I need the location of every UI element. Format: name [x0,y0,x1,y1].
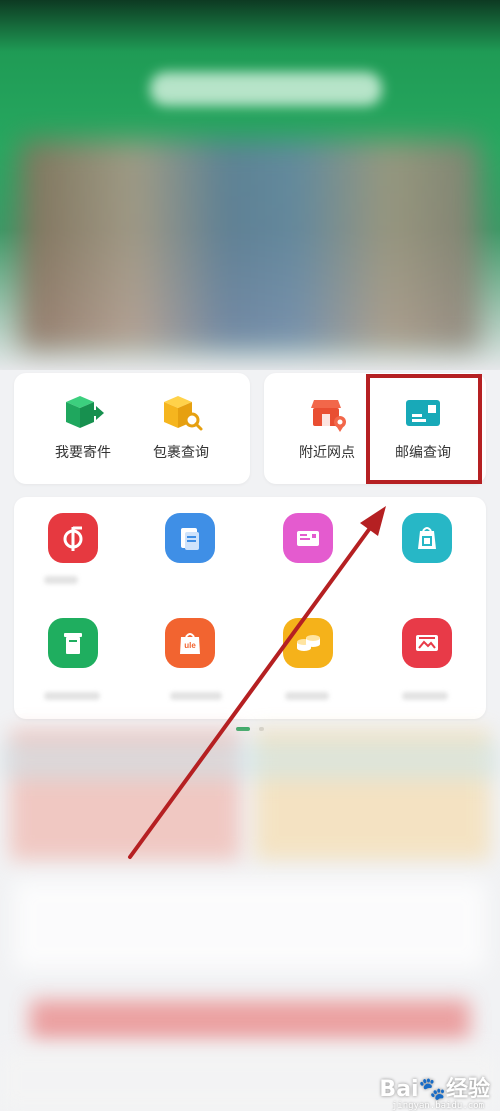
package-search-icon [164,396,203,431]
send-package-button[interactable]: 我要寄件 [33,394,133,462]
app-ule-shop[interactable]: ule [165,618,215,668]
app-label-blurred [285,692,329,700]
mailbox-icon [64,633,82,654]
app-post-logo[interactable] [48,513,98,563]
nearby-outlet-icon [311,400,346,432]
app-document[interactable] [165,513,215,563]
app-label-blurred [44,692,100,700]
app-label-blurred [44,576,78,584]
blurred-strip [0,740,500,780]
app-picture-card[interactable] [402,618,452,668]
ule-shop-icon: ule [180,633,200,654]
post-logo-icon [63,526,83,551]
app-mailbox[interactable] [48,618,98,668]
watermark-url: jingyan.baidu.com [391,1101,484,1111]
blurred-red-bar [30,1000,470,1040]
svg-text:ule: ule [184,641,196,650]
bag-icon [418,527,436,549]
highlight-box [366,374,482,484]
package-search-button[interactable]: 包裹查询 [131,394,231,462]
picture-card-icon [416,635,438,651]
app-label-blurred [170,692,222,700]
promo-banner[interactable] [20,140,480,350]
document-icon [181,528,199,550]
envelope-icon [297,531,319,546]
paw-icon: 🐾 [418,1077,446,1102]
package-search-label: 包裹查询 [153,445,209,461]
blurred-content-card [14,880,486,970]
app-bag[interactable] [402,513,452,563]
header-background [0,0,500,370]
send-package-label: 我要寄件 [55,445,111,461]
baidu-watermark-logo: Bai🐾经验 [379,1077,490,1102]
nearby-outlet-button[interactable]: 附近网点 [277,394,377,462]
nearby-outlet-label: 附近网点 [299,445,355,461]
coins-icon [297,635,320,651]
app-envelope[interactable] [283,513,333,563]
app-label-blurred [402,692,448,700]
send-package-icon [66,396,104,428]
app-coins[interactable] [283,618,333,668]
header-title-placeholder [150,72,382,106]
